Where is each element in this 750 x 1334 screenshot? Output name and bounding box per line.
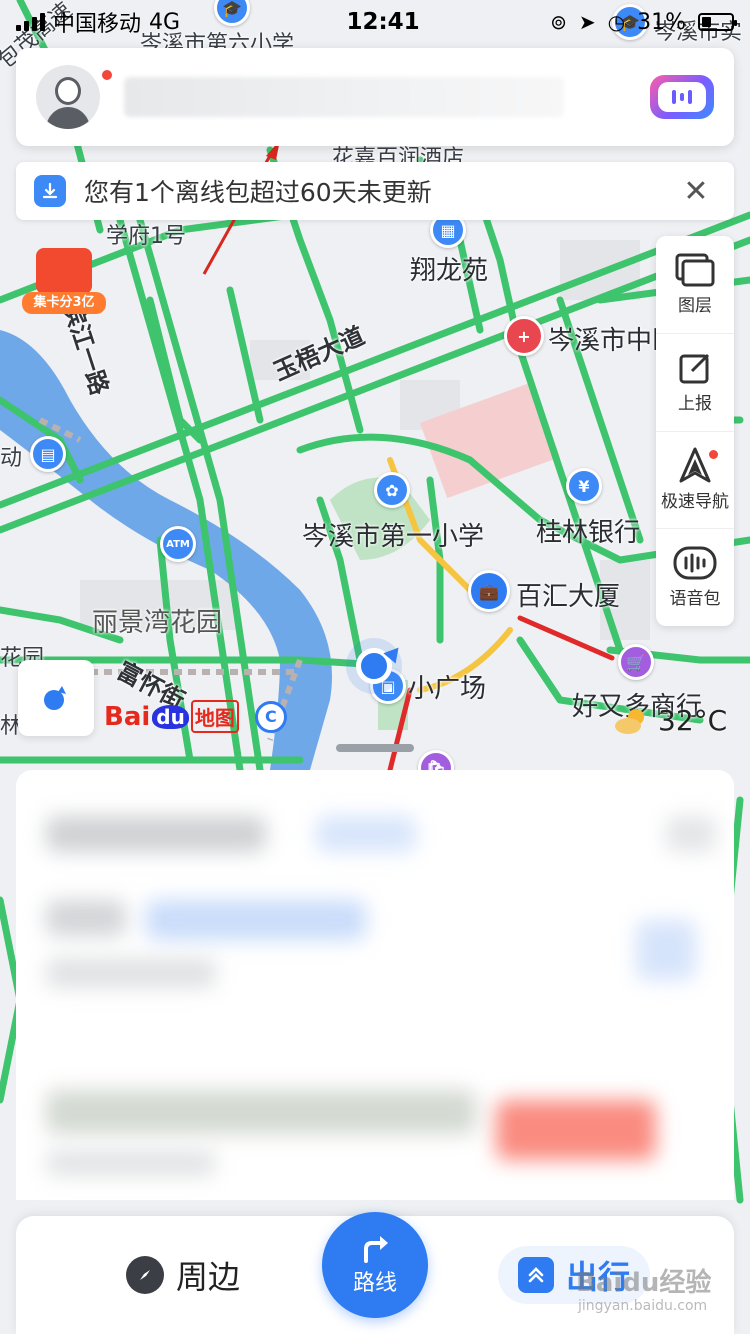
poi-store-pin[interactable]: 🛒	[618, 644, 654, 680]
notification-dot	[100, 68, 114, 82]
poi-hospital-pin[interactable]: +	[504, 316, 544, 356]
status-bar: 中国移动 4G 12:41 ⊚ ➤ ◷ 31%	[0, 0, 750, 44]
report-icon	[679, 353, 710, 384]
logo-du: du	[152, 704, 189, 729]
watermark: Baidu经验	[576, 1268, 712, 1298]
blurred-content	[46, 1150, 216, 1176]
notice-close-button[interactable]: ✕	[676, 174, 716, 209]
blurred-content	[666, 816, 716, 852]
tab-route[interactable]: 路线	[322, 1212, 428, 1318]
battery-percent: 31%	[637, 9, 686, 35]
offline-package-notice[interactable]: 您有1个离线包超过60天未更新 ✕	[16, 162, 734, 220]
rotation-lock-icon: ⊚	[550, 10, 567, 34]
map-label-school1: 岑溪市第一小学	[302, 522, 485, 552]
battery-icon	[698, 13, 737, 31]
assistant-icon	[658, 82, 706, 112]
compass-icon	[126, 1256, 164, 1294]
locate-me-button[interactable]	[18, 660, 94, 736]
layers-icon	[675, 253, 715, 287]
poi-shop-pin[interactable]: ▤	[30, 436, 66, 472]
promo-red-packet[interactable]: 集卡分3亿	[22, 244, 106, 318]
blurred-content	[316, 816, 416, 852]
weather-widget[interactable]: 32°C	[614, 704, 727, 737]
partly-cloudy-icon	[615, 708, 644, 734]
layers-button[interactable]: 图层	[656, 236, 734, 334]
map-label-dong: 动	[0, 446, 23, 471]
baidu-map-logo: Bai du 地图 C	[104, 700, 287, 733]
voice-pack-icon	[673, 546, 717, 580]
fast-nav-label: 极速导航	[661, 492, 729, 513]
search-input[interactable]	[124, 77, 564, 117]
report-button[interactable]: 上报	[656, 334, 734, 432]
clock: 12:41	[346, 9, 420, 35]
poi-bank-pin[interactable]: ¥	[566, 468, 602, 504]
bottom-sheet[interactable]	[16, 770, 734, 1200]
weather-temperature: 32°C	[658, 704, 728, 737]
layers-label: 图层	[678, 295, 712, 316]
avatar-head	[55, 77, 81, 105]
blurred-content	[46, 1090, 476, 1134]
navigation-icon	[679, 447, 711, 483]
voice-assistant-button[interactable]	[650, 75, 714, 119]
route-turn-icon	[364, 1236, 388, 1263]
map-label-lijing: 丽景湾花园	[92, 608, 223, 638]
double-chevron-up-icon	[518, 1257, 554, 1293]
tab-route-label: 路线	[352, 1271, 397, 1296]
network-type: 4G	[149, 9, 181, 35]
sheet-drag-handle[interactable]	[336, 744, 414, 752]
tab-nearby-label: 周边	[176, 1258, 241, 1296]
report-label: 上报	[678, 393, 712, 414]
signal-icon	[16, 13, 45, 31]
new-dot	[709, 449, 718, 459]
map-label-square: 小广场	[408, 674, 487, 704]
poi-office-pin[interactable]: 💼	[468, 570, 510, 612]
voice-pack-label: 语音包	[669, 589, 721, 610]
map-label-xuefu: 学府1号	[106, 224, 186, 249]
poi-school1-pin[interactable]: ✿	[374, 472, 410, 508]
avatar[interactable]	[36, 65, 100, 129]
promo-label: 集卡分3亿	[22, 292, 106, 314]
logo-bai: Bai	[104, 701, 151, 732]
blurred-content	[496, 1100, 656, 1160]
location-arrow-icon: ➤	[578, 10, 596, 34]
map-label-guilin-bank: 桂林银行	[536, 518, 641, 548]
notice-text: 您有1个离线包超过60天未更新	[84, 178, 432, 207]
scale-icon: C	[254, 700, 287, 733]
voice-pack-button[interactable]: 语音包	[656, 529, 734, 626]
poi-atm-pin[interactable]: ATM	[160, 526, 196, 562]
blurred-content	[146, 900, 366, 940]
red-packet-icon	[36, 248, 92, 294]
alarm-icon: ◷	[607, 10, 626, 34]
map-label-xianglong: 翔龙苑	[410, 256, 489, 286]
blurred-content	[46, 900, 126, 936]
compass-locate-icon	[44, 686, 66, 710]
download-icon	[34, 175, 66, 207]
avatar-body	[46, 107, 90, 129]
fast-navigation-button[interactable]: 极速导航	[656, 432, 734, 530]
blurred-content	[636, 920, 696, 980]
carrier-name: 中国移动	[53, 12, 142, 37]
search-card	[16, 48, 734, 146]
blurred-content	[46, 958, 216, 988]
blurred-content	[46, 816, 266, 852]
map-tools-panel: 图层 上报 极速导航 语音包	[656, 236, 734, 626]
logo-ditu: 地图	[190, 700, 239, 733]
map-label-baihui: 百汇大厦	[516, 582, 621, 612]
tab-nearby[interactable]: 周边	[126, 1252, 240, 1298]
watermark-url: jingyan.baidu.com	[578, 1298, 708, 1314]
